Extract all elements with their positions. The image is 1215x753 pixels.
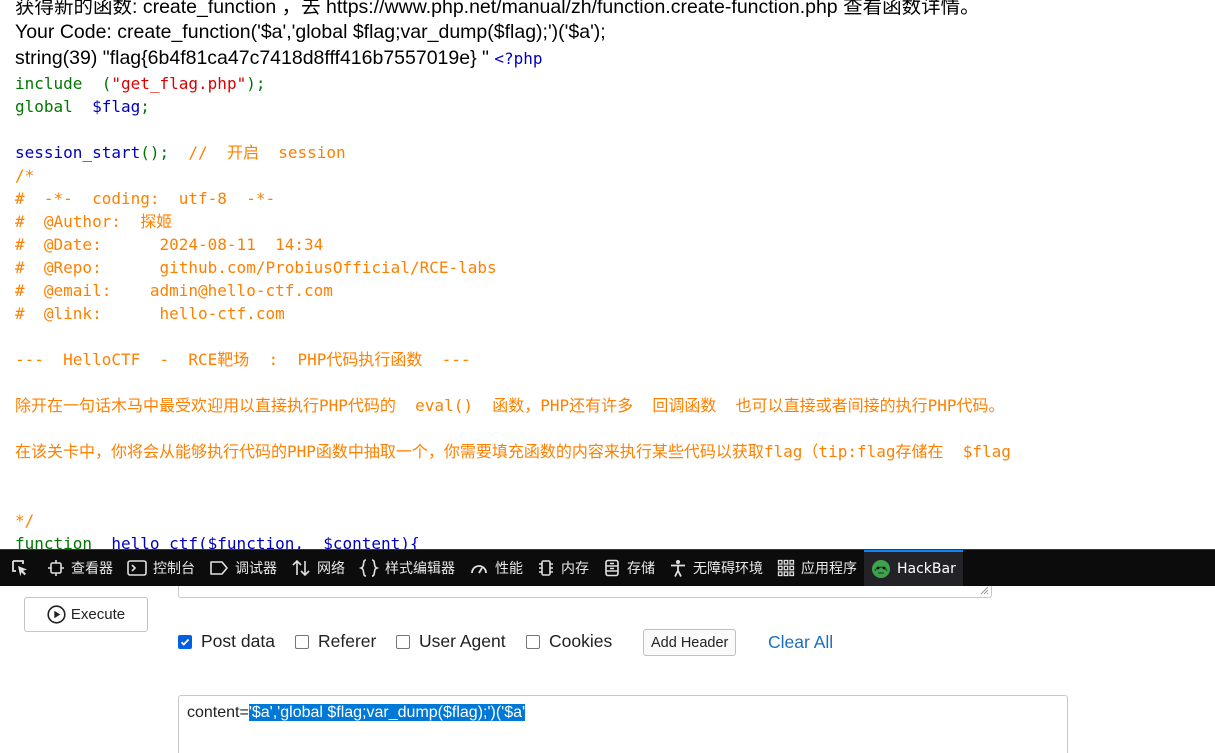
tab-style-editor[interactable]: 样式编辑器 (352, 550, 462, 586)
tab-label: 查看器 (71, 561, 113, 577)
devtools-toolbar: 查看器 控制台 调试器 网络 样式编辑器 性能 内存 存储 无障碍环境 应用程序… (0, 549, 1215, 586)
post-data-checkbox[interactable]: Post data (178, 631, 275, 652)
repo-line: # @Repo: github.com/ProbiusOfficial/RCE-… (15, 258, 497, 277)
session-comment: // 开启 session (188, 143, 346, 162)
console-icon (127, 560, 147, 576)
coding-line: # -*- coding: utf-8 -*- (15, 189, 276, 208)
execute-button[interactable]: Execute (24, 597, 148, 632)
play-icon (47, 605, 66, 624)
post-data-textarea[interactable]: content='$a','global $flag;var_dump($fla… (178, 695, 1068, 753)
comment-open: /* (15, 166, 35, 185)
tab-debugger[interactable]: 调试器 (202, 550, 284, 586)
php-open-tag: <?php (494, 49, 543, 68)
user-agent-label: User Agent (419, 631, 506, 651)
user-agent-checkbox[interactable]: User Agent (396, 631, 506, 652)
clear-all-link[interactable]: Clear All (768, 632, 833, 653)
tab-label: 存储 (627, 561, 655, 577)
url-textarea[interactable] (178, 586, 992, 598)
comment-close: */ (15, 511, 35, 530)
add-header-button[interactable]: Add Header (643, 629, 737, 656)
style-editor-icon (359, 559, 379, 577)
resize-grip-icon[interactable] (980, 586, 989, 595)
inspector-icon (48, 560, 64, 576)
tab-performance[interactable]: 性能 (462, 550, 530, 586)
checkbox-checked[interactable] (178, 634, 192, 649)
email-line: # @email: admin@hello-ctf.com (15, 281, 333, 300)
tab-inspector[interactable]: 查看器 (40, 550, 120, 586)
cookies-label: Cookies (549, 631, 613, 651)
tab-label: 调试器 (235, 561, 277, 577)
tab-label: 性能 (495, 561, 523, 577)
post-data-content: content='$a','global $flag;var_dump($fla… (187, 703, 526, 723)
tab-label: 控制台 (153, 561, 195, 577)
include-argument: "get_flag.php" (111, 74, 247, 93)
function-signature: hello_ctf($function, $content){ (111, 534, 420, 549)
tab-network[interactable]: 网络 (284, 550, 352, 586)
function-definition-line: function hello_ctf($function, $content){ (15, 532, 420, 549)
function-hint-text: 获得新的函数: create_function ，去 https://www.p… (15, 0, 980, 18)
include-line: include ("get_flag.php"); (15, 74, 266, 93)
hackbar-panel: Execute Post data Referer User Agent Coo… (0, 586, 1215, 753)
function-keyword: function (15, 534, 93, 549)
tab-label: 网络 (317, 561, 345, 577)
referer-label: Referer (318, 631, 377, 651)
network-icon (292, 559, 310, 577)
include-keyword: include (15, 74, 83, 93)
execute-label: Execute (70, 606, 126, 623)
author-line: # @Author: 探姬 (15, 212, 173, 231)
post-data-prefix: content= (187, 704, 249, 721)
description-line-1: 除开在一句话木马中最受欢迎用以直接执行PHP代码的 eval() 函数，PHP还… (15, 396, 1005, 415)
checkbox-unchecked[interactable] (295, 634, 309, 649)
referer-checkbox[interactable]: Referer (295, 631, 376, 652)
flag-output-text: string(39) "flag{6b4f81ca47c7418d8fff416… (15, 47, 489, 69)
global-keyword: global (15, 97, 73, 116)
global-variable: $flag (92, 97, 141, 116)
global-line: global $flag; (15, 97, 150, 116)
debugger-icon (210, 561, 228, 575)
tab-label: 内存 (561, 561, 589, 577)
checkbox-unchecked[interactable] (526, 634, 540, 649)
tab-hackbar[interactable]: HackBar (864, 550, 963, 586)
element-picker-button[interactable] (0, 550, 40, 586)
tab-console[interactable]: 控制台 (120, 550, 202, 586)
flag-output-line: string(39) "flag{6b4f81ca47c7418d8fff416… (15, 47, 543, 70)
post-data-selected-text: '$a','global $flag;var_dump($flag);')('$… (248, 704, 526, 721)
session-line: session_start(); // 开启 session (15, 143, 346, 162)
session-function: session_start (15, 143, 141, 162)
tab-application[interactable]: 应用程序 (770, 550, 864, 586)
tab-memory[interactable]: 内存 (530, 550, 596, 586)
your-code-text: Your Code: create_function('$a','global … (15, 21, 606, 43)
memory-icon (539, 560, 553, 576)
post-data-label: Post data (201, 631, 275, 651)
tab-label: 样式编辑器 (385, 561, 455, 577)
tab-label: HackBar (897, 561, 956, 577)
tab-label: 应用程序 (801, 561, 857, 577)
storage-icon (605, 559, 619, 577)
date-line: # @Date: 2024-08-11 14:34 (15, 235, 324, 254)
banner-line: --- HelloCTF - RCE靶场 : PHP代码执行函数 --- (15, 350, 471, 369)
accessibility-icon (671, 560, 685, 577)
performance-icon (471, 565, 487, 574)
page-content: 获得新的函数: create_function ，去 https://www.p… (0, 0, 1215, 549)
hackbar-icon (872, 560, 890, 578)
checkmark-icon (180, 638, 190, 646)
link-line: # @link: hello-ctf.com (15, 304, 285, 323)
tab-accessibility[interactable]: 无障碍环境 (662, 550, 770, 586)
checkbox-unchecked[interactable] (396, 634, 410, 649)
cookies-checkbox[interactable]: Cookies (526, 631, 612, 652)
application-icon (777, 559, 795, 577)
tab-storage[interactable]: 存储 (596, 550, 662, 586)
tab-label: 无障碍环境 (693, 561, 763, 577)
element-picker-icon (12, 560, 27, 577)
description-line-2: 在该关卡中，你将会从能够执行代码的PHP函数中抽取一个，你需要填充函数的内容来执… (15, 442, 1011, 461)
